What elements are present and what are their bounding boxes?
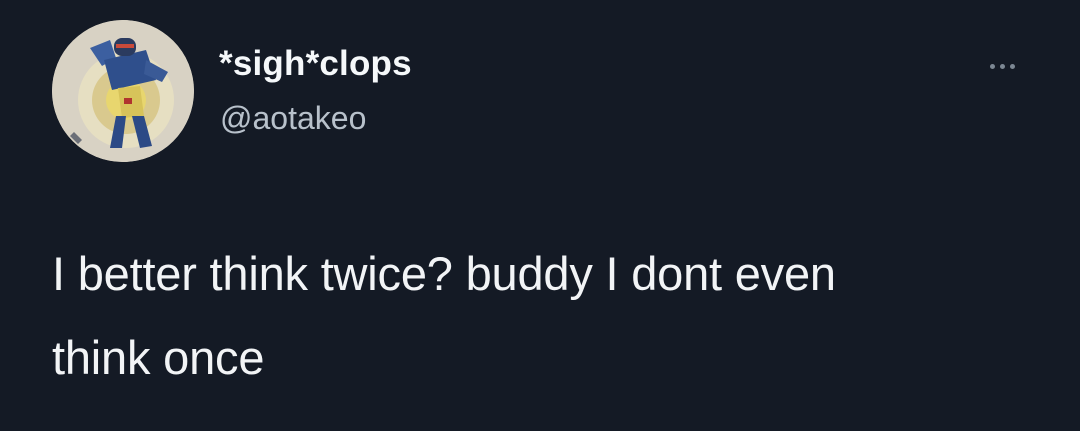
tweet-card: *sigh*clops @aotakeo I better think twic… bbox=[0, 0, 1080, 431]
more-horizontal-icon bbox=[989, 63, 1015, 69]
author-display-name[interactable]: *sigh*clops bbox=[219, 44, 412, 84]
tweet-text: I better think twice? buddy I dont even … bbox=[52, 232, 1052, 400]
more-dot bbox=[1009, 63, 1015, 69]
author-handle[interactable]: @aotakeo bbox=[220, 100, 366, 137]
more-options-button[interactable] bbox=[978, 52, 1026, 80]
tweet-text-line: think once bbox=[52, 331, 265, 384]
more-dot bbox=[999, 63, 1005, 69]
cyclops-character-avatar-icon bbox=[52, 20, 194, 162]
avatar[interactable] bbox=[52, 20, 194, 162]
more-dot bbox=[989, 63, 995, 69]
tweet-text-line: I better think twice? buddy I dont even bbox=[52, 247, 836, 300]
